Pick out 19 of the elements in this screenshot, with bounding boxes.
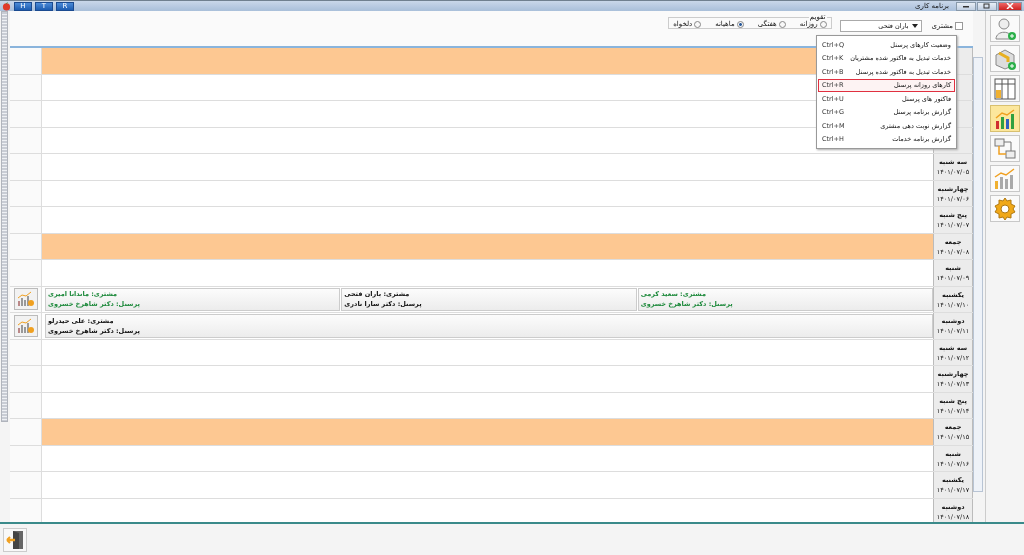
apple-icon <box>2 1 11 11</box>
toolbar-button[interactable] <box>990 105 1020 132</box>
close-button[interactable] <box>998 1 1022 11</box>
scrollbar[interactable] <box>973 57 983 492</box>
toolbar-button[interactable] <box>990 15 1020 42</box>
toolbar-button[interactable] <box>990 75 1020 102</box>
settings-button[interactable] <box>990 195 1020 222</box>
minimize-icon <box>962 3 970 9</box>
toolbar-button[interactable] <box>990 45 1020 72</box>
restore-icon <box>983 3 991 9</box>
toolbar-button[interactable] <box>990 165 1020 192</box>
report-button[interactable] <box>13 288 38 311</box>
minimize-button[interactable] <box>956 1 976 11</box>
caret-icon <box>911 24 918 28</box>
exit-button[interactable] <box>3 527 27 552</box>
report-button[interactable] <box>13 314 38 337</box>
close-icon <box>1006 3 1014 9</box>
splitter[interactable] <box>1 11 8 422</box>
toolbar-button[interactable] <box>990 135 1020 162</box>
